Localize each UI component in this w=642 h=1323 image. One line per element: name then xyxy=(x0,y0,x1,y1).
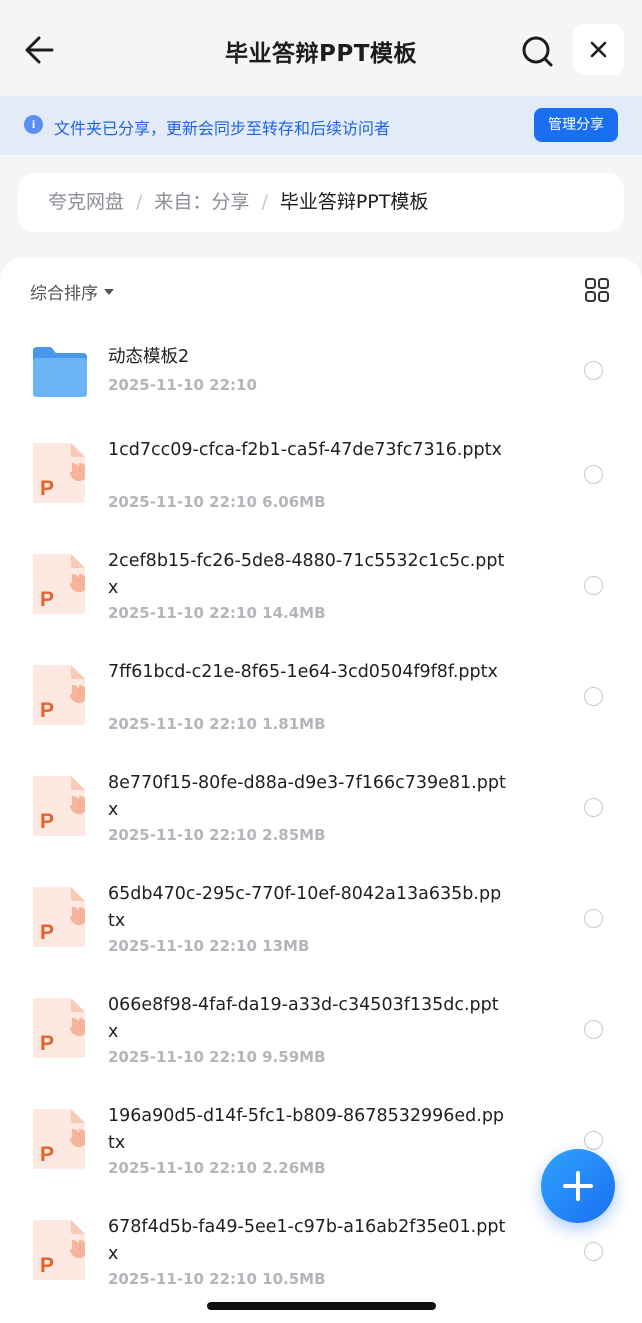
breadcrumb-separator: / xyxy=(136,191,143,213)
file-meta: 2025-11-10 22:10 2.85MB xyxy=(108,826,326,844)
file-date: 2025-11-10 22:10 xyxy=(108,493,257,511)
info-icon: i xyxy=(24,115,43,134)
search-icon xyxy=(522,36,553,67)
file-name: 2cef8b15-fc26-5de8-4880-71c5532c1c5c.ppt… xyxy=(108,551,505,598)
caret-down-icon xyxy=(104,289,114,295)
file-size: 9.59MB xyxy=(262,1048,326,1066)
screen: 毕业答辩PPT模板 i 文件夹已分享，更新会同步至转存和后续访问者 管理分享 夸… xyxy=(0,0,642,1323)
select-radio[interactable] xyxy=(584,1131,603,1150)
list-item[interactable]: P 2cef8b15-fc26-5de8-4880-71c5532c1c5c.p… xyxy=(0,548,642,628)
select-radio[interactable] xyxy=(584,909,603,928)
file-size: 2.26MB xyxy=(262,1159,326,1177)
file-meta: 2025-11-10 22:10 14.4MB xyxy=(108,604,326,622)
share-banner-text: 文件夹已分享，更新会同步至转存和后续访问者 xyxy=(54,119,391,138)
svg-text:P: P xyxy=(40,810,54,833)
file-size: 13MB xyxy=(262,937,310,955)
search-button[interactable] xyxy=(518,32,556,70)
file-date: 2025-11-10 22:10 xyxy=(108,937,257,955)
pptx-file-icon: P xyxy=(33,665,85,725)
svg-text:P: P xyxy=(40,1254,54,1277)
manage-share-button[interactable]: 管理分享 xyxy=(534,108,618,142)
list-item[interactable]: P 1cd7cc09-cfca-f2b1-ca5f-47de73fc7316.p… xyxy=(0,437,642,517)
pptx-file-icon: P xyxy=(33,554,85,614)
select-radio[interactable] xyxy=(584,687,603,706)
file-name: 动态模板2 xyxy=(108,347,190,367)
pptx-file-icon: P xyxy=(33,443,85,503)
file-date: 2025-11-10 22:10 xyxy=(108,376,257,394)
list-item[interactable]: P 066e8f98-4faf-da19-a33d-c34503f135dc.p… xyxy=(0,992,642,1072)
file-date: 2025-11-10 22:10 xyxy=(108,604,257,622)
plus-icon xyxy=(563,1171,593,1201)
file-name: 066e8f98-4faf-da19-a33d-c34503f135dc.ppt… xyxy=(108,995,499,1042)
svg-text:P: P xyxy=(40,477,54,500)
file-date: 2025-11-10 22:10 xyxy=(108,1048,257,1066)
select-radio[interactable] xyxy=(584,576,603,595)
select-radio[interactable] xyxy=(584,465,603,484)
sort-dropdown[interactable]: 综合排序 xyxy=(30,279,114,304)
grid-view-icon xyxy=(585,278,609,302)
pptx-file-icon: P xyxy=(33,776,85,836)
select-radio[interactable] xyxy=(584,1242,603,1261)
file-name: 196a90d5-d14f-5fc1-b809-8678532996ed.ppt… xyxy=(108,1106,505,1153)
arrow-left-icon xyxy=(25,36,54,64)
list-item[interactable]: P 7ff61bcd-c21e-8f65-1e64-3cd0504f9f8f.p… xyxy=(0,659,642,739)
close-icon xyxy=(590,41,607,58)
pptx-file-icon: P xyxy=(33,998,85,1058)
back-button[interactable] xyxy=(22,32,62,68)
file-date: 2025-11-10 22:10 xyxy=(108,1270,257,1288)
file-name: 678f4d5b-fa49-5ee1-c97b-a16ab2f35e01.ppt… xyxy=(108,1217,506,1264)
list-item[interactable]: 动态模板2 2025-11-10 22:10 xyxy=(0,337,642,409)
file-meta: 2025-11-10 22:10 6.06MB xyxy=(108,493,326,511)
list-item[interactable]: P 65db470c-295c-770f-10ef-8042a13a635b.p… xyxy=(0,881,642,961)
svg-text:P: P xyxy=(40,921,54,944)
file-name: 65db470c-295c-770f-10ef-8042a13a635b.ppt… xyxy=(108,884,502,931)
file-meta: 2025-11-10 22:10 13MB xyxy=(108,937,309,955)
file-meta: 2025-11-10 22:10 1.81MB xyxy=(108,715,326,733)
view-toggle-button[interactable] xyxy=(584,277,610,303)
file-list-panel: 综合排序 动态模板2 2025-11-10 22:10 P 1cd7cc09-c… xyxy=(0,257,642,1323)
list-item[interactable]: P 678f4d5b-fa49-5ee1-c97b-a16ab2f35e01.p… xyxy=(0,1214,642,1294)
pptx-file-icon: P xyxy=(33,887,85,947)
svg-text:P: P xyxy=(40,1032,54,1055)
file-date: 2025-11-10 22:10 xyxy=(108,826,257,844)
file-meta: 2025-11-10 22:10 2.26MB xyxy=(108,1159,326,1177)
select-radio[interactable] xyxy=(584,361,603,380)
close-button[interactable] xyxy=(573,24,624,75)
file-date: 2025-11-10 22:10 xyxy=(108,1159,257,1177)
svg-text:P: P xyxy=(40,1143,54,1166)
file-meta: 2025-11-10 22:10 xyxy=(108,376,257,394)
breadcrumb: 夸克网盘 / 来自：分享 / 毕业答辩PPT模板 xyxy=(18,173,624,232)
file-meta: 2025-11-10 22:10 9.59MB xyxy=(108,1048,326,1066)
select-radio[interactable] xyxy=(584,798,603,817)
list-item[interactable]: P 8e770f15-80fe-d88a-d9e3-7f166c739e81.p… xyxy=(0,770,642,850)
breadcrumb-item-shared[interactable]: 来自：分享 xyxy=(154,191,249,213)
pptx-file-icon: P xyxy=(33,1109,85,1169)
file-name: 1cd7cc09-cfca-f2b1-ca5f-47de73fc7316.ppt… xyxy=(108,440,502,460)
sort-label: 综合排序 xyxy=(30,284,98,304)
file-size: 2.85MB xyxy=(262,826,326,844)
file-meta: 2025-11-10 22:10 10.5MB xyxy=(108,1270,326,1288)
file-size: 1.81MB xyxy=(262,715,326,733)
breadcrumb-separator: / xyxy=(261,191,268,213)
add-button[interactable] xyxy=(541,1149,615,1223)
svg-text:P: P xyxy=(40,588,54,611)
home-indicator xyxy=(207,1302,436,1310)
file-name: 8e770f15-80fe-d88a-d9e3-7f166c739e81.ppt… xyxy=(108,773,506,820)
file-size: 10.5MB xyxy=(262,1270,326,1288)
header: 毕业答辩PPT模板 xyxy=(0,0,642,96)
folder-icon xyxy=(33,347,87,397)
file-size: 14.4MB xyxy=(262,604,326,622)
file-date: 2025-11-10 22:10 xyxy=(108,715,257,733)
page-title: 毕业答辩PPT模板 xyxy=(225,41,417,67)
pptx-file-icon: P xyxy=(33,1220,85,1280)
svg-text:P: P xyxy=(40,699,54,722)
file-name: 7ff61bcd-c21e-8f65-1e64-3cd0504f9f8f.ppt… xyxy=(108,662,498,682)
select-radio[interactable] xyxy=(584,1020,603,1039)
breadcrumb-item-root[interactable]: 夸克网盘 xyxy=(48,191,124,213)
breadcrumb-current: 毕业答辩PPT模板 xyxy=(279,191,429,213)
file-size: 6.06MB xyxy=(262,493,326,511)
